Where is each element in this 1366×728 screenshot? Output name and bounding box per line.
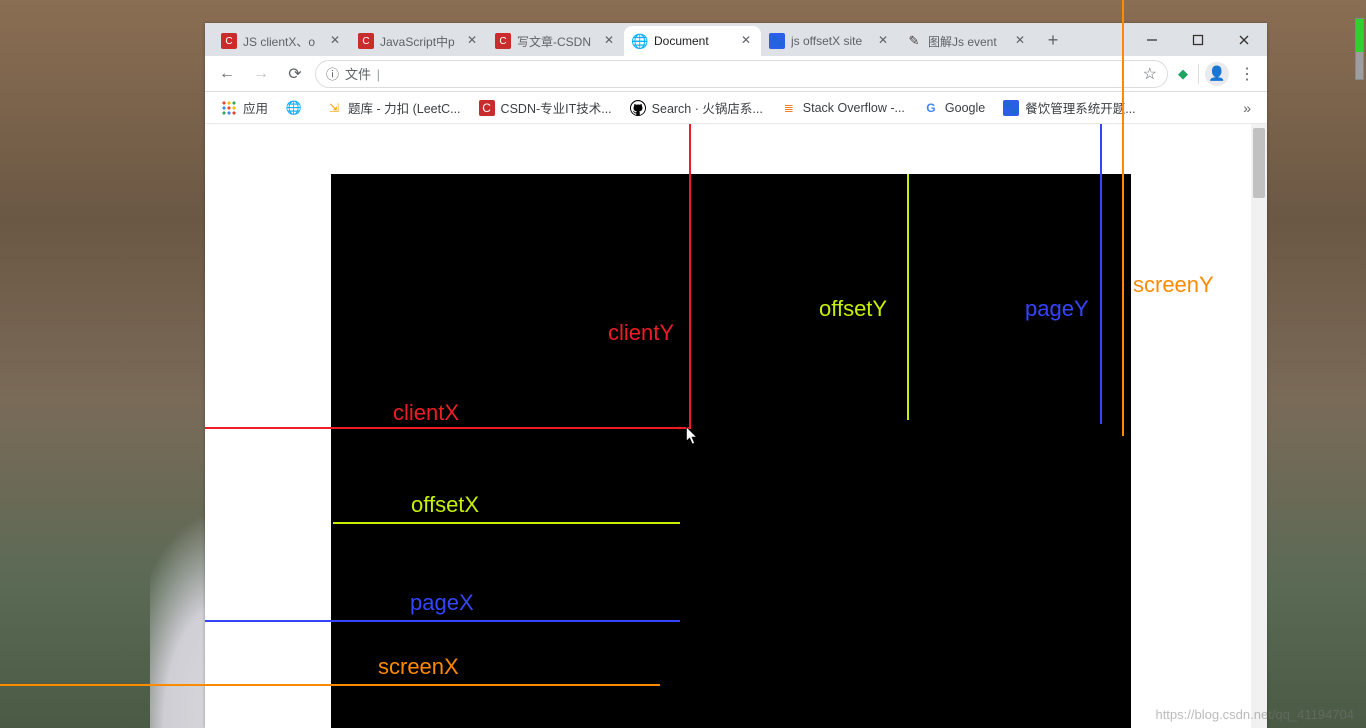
titlebar: C JS clientX、o ✕ C JavaScript中p ✕ C 写文章-… <box>205 23 1267 56</box>
divider <box>1198 64 1199 84</box>
screenx-line <box>205 684 660 686</box>
apps-icon <box>221 100 237 116</box>
tab-title: 写文章-CSDN <box>517 33 596 50</box>
baidu-icon: 🐾 <box>769 33 785 49</box>
window-controls <box>1129 23 1267 56</box>
blog-icon: ✎ <box>906 33 922 49</box>
tab-strip: C JS clientX、o ✕ C JavaScript中p ✕ C 写文章-… <box>205 23 1129 56</box>
extension-icon[interactable]: ◆ <box>1174 65 1192 83</box>
browser-window: C JS clientX、o ✕ C JavaScript中p ✕ C 写文章-… <box>205 23 1267 728</box>
reload-button[interactable]: ⟳ <box>281 60 309 88</box>
tab-title: JS clientX、o <box>243 33 322 50</box>
pagex-label: pageX <box>410 590 474 616</box>
apps-label: 应用 <box>243 98 268 117</box>
bookmark-label: 餐饮管理系统开题... <box>1025 98 1135 117</box>
tab-3-active[interactable]: 🌐 Document ✕ <box>624 26 761 56</box>
csdn-icon: C <box>479 100 495 116</box>
bookmark-item[interactable]: 🐾 餐饮管理系统开题... <box>997 95 1141 120</box>
minimize-button[interactable] <box>1129 23 1175 56</box>
clienty-line <box>689 124 691 429</box>
screenx-label: screenX <box>378 654 459 680</box>
offsety-label: offsetY <box>819 296 887 322</box>
clientx-line <box>205 427 689 429</box>
toolbar: ← → ⟳ ⓘ 文件 | ☆ ◆ 👤 ⋮ <box>205 56 1267 92</box>
tab-5[interactable]: ✎ 图解Js event ✕ <box>898 26 1035 56</box>
bookmark-item[interactable]: Search · 火锅店系... <box>624 95 769 120</box>
tab-title: JavaScript中p <box>380 33 459 50</box>
close-icon[interactable]: ✕ <box>328 34 342 48</box>
forward-button[interactable]: → <box>247 60 275 88</box>
menu-button[interactable]: ⋮ <box>1235 64 1259 84</box>
clienty-label: clientY <box>608 320 674 346</box>
vertical-scrollbar[interactable]: ▲ <box>1251 124 1267 728</box>
leetcode-icon <box>326 100 342 116</box>
profile-avatar[interactable]: 👤 <box>1205 62 1229 86</box>
stackoverflow-icon <box>781 100 797 116</box>
bookmark-label: CSDN-专业IT技术... <box>501 98 612 117</box>
pagex-line <box>205 620 680 622</box>
bookmark-label: Stack Overflow -... <box>803 101 905 115</box>
apps-button[interactable]: 应用 <box>215 95 274 120</box>
bookmark-item[interactable]: 题库 - 力扣 (LeetC... <box>320 95 467 120</box>
pagey-line <box>1100 124 1102 424</box>
bookmarks-overflow-button[interactable]: » <box>1237 100 1257 116</box>
tab-1[interactable]: C JavaScript中p ✕ <box>350 26 487 56</box>
bookmark-label: Google <box>945 101 985 115</box>
tab-title: 图解Js event <box>928 33 1007 50</box>
close-icon[interactable]: ✕ <box>1013 34 1027 48</box>
page-viewport: clientX clientY offsetX offsetY pageX pa… <box>205 124 1267 728</box>
close-icon[interactable]: ✕ <box>739 34 753 48</box>
watermark: https://blog.csdn.net/qq_41194704 <box>1155 707 1354 722</box>
globe-icon <box>286 100 302 116</box>
scrollbar-thumb[interactable] <box>1253 128 1265 198</box>
close-button[interactable] <box>1221 23 1267 56</box>
csdn-icon: C <box>221 33 237 49</box>
pagey-label: pageY <box>1025 296 1089 322</box>
url-text: 文件 | <box>345 64 1137 83</box>
bookmark-item[interactable] <box>280 97 314 119</box>
back-button[interactable]: ← <box>213 60 241 88</box>
github-icon <box>630 100 646 116</box>
tab-4[interactable]: 🐾 js offsetX site ✕ <box>761 26 898 56</box>
tab-0[interactable]: C JS clientX、o ✕ <box>213 26 350 56</box>
tab-title: Document <box>654 34 733 48</box>
close-icon[interactable]: ✕ <box>465 34 479 48</box>
bookmark-item[interactable]: Stack Overflow -... <box>775 97 911 119</box>
target-element[interactable] <box>331 174 1131 728</box>
bookmark-item[interactable]: G Google <box>917 97 991 119</box>
close-icon[interactable]: ✕ <box>602 34 616 48</box>
maximize-button[interactable] <box>1175 23 1221 56</box>
address-bar[interactable]: ⓘ 文件 | ☆ <box>315 60 1168 88</box>
offsetx-label: offsetX <box>411 492 479 518</box>
google-icon: G <box>923 100 939 116</box>
bookmark-star-icon[interactable]: ☆ <box>1143 64 1157 84</box>
baidu-icon: 🐾 <box>1003 100 1019 116</box>
new-tab-button[interactable]: + <box>1039 26 1067 54</box>
system-indicator <box>1355 18 1364 80</box>
info-icon[interactable]: ⓘ <box>326 64 339 83</box>
bookmark-item[interactable]: C CSDN-专业IT技术... <box>473 95 618 120</box>
globe-icon: 🌐 <box>632 33 648 49</box>
bookmarks-bar: 应用 题库 - 力扣 (LeetC... C CSDN-专业IT技术... Se… <box>205 92 1267 124</box>
tab-title: js offsetX site <box>791 34 870 48</box>
offsetx-line <box>333 522 680 524</box>
bookmark-label: 题库 - 力扣 (LeetC... <box>348 98 461 117</box>
close-icon[interactable]: ✕ <box>876 34 890 48</box>
cursor-icon <box>685 426 700 446</box>
clientx-label: clientX <box>393 400 459 426</box>
bookmark-label: Search · 火锅店系... <box>652 98 763 117</box>
tab-2[interactable]: C 写文章-CSDN ✕ <box>487 26 624 56</box>
csdn-icon: C <box>495 33 511 49</box>
csdn-icon: C <box>358 33 374 49</box>
offsety-line <box>907 174 909 420</box>
